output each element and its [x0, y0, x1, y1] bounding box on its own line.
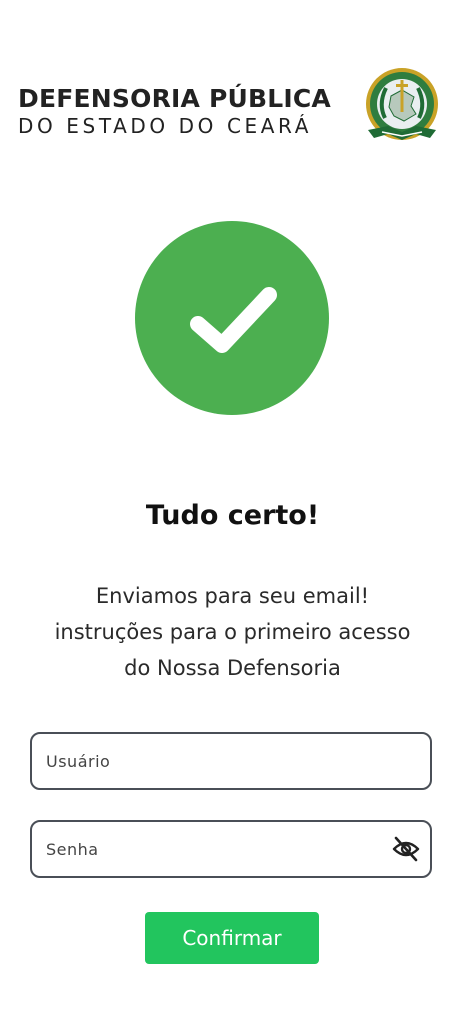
success-check-icon — [135, 221, 329, 415]
eye-off-icon[interactable] — [392, 836, 420, 862]
app-header: DEFENSORIA PÚBLICA DO ESTADO DO CEARÁ — [18, 66, 448, 152]
confirm-button[interactable]: Confirmar — [145, 912, 319, 964]
message-line-2: instruções para o primeiro acesso — [54, 620, 411, 644]
success-message: Enviamos para seu email! instruções para… — [0, 578, 465, 686]
message-line-1: Enviamos para seu email! — [95, 584, 370, 608]
password-input[interactable] — [32, 822, 430, 876]
defensoria-seal-icon — [366, 68, 438, 140]
success-heading: Tudo certo! — [145, 500, 320, 531]
username-field-container — [30, 732, 432, 790]
password-field-container — [30, 820, 432, 878]
message-line-3: do Nossa Defensoria — [124, 656, 341, 680]
brand-subtitle: DO ESTADO DO CEARÁ — [18, 114, 313, 138]
username-input[interactable] — [32, 734, 430, 788]
brand-title: DEFENSORIA PÚBLICA — [18, 84, 331, 113]
